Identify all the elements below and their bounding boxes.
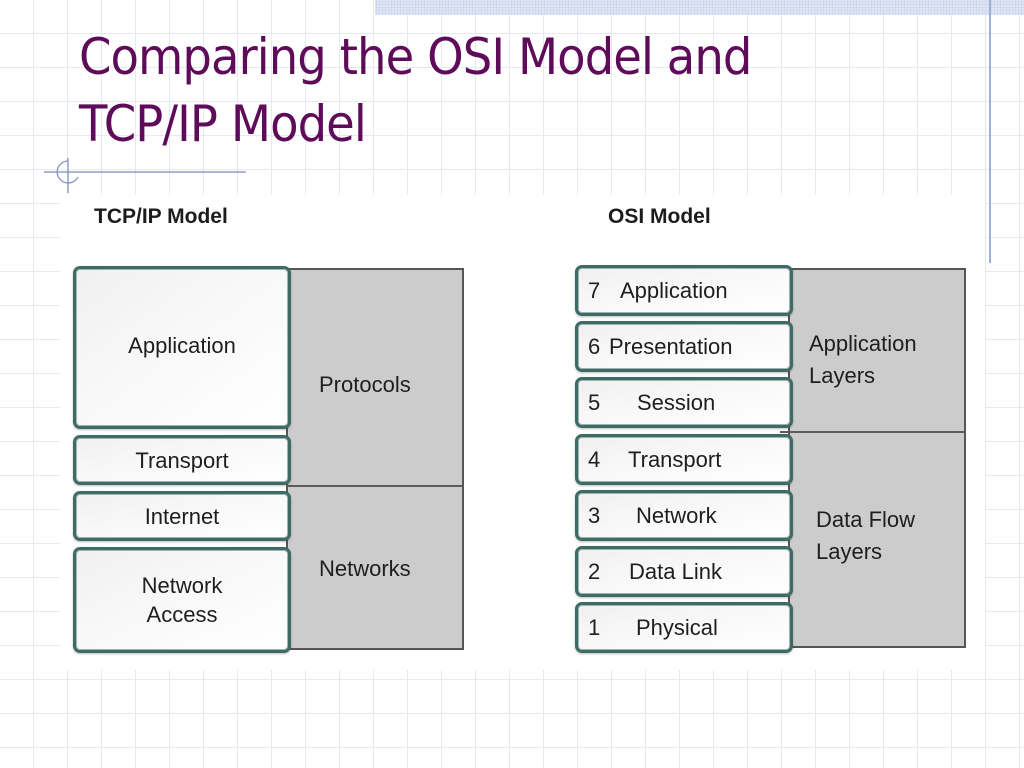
layer-label: Application <box>128 333 236 358</box>
crosshair-ornament-icon <box>44 158 246 193</box>
layer-label: Transport <box>135 447 229 473</box>
tcpip-heading: TCP/IP Model <box>94 205 228 228</box>
tcpip-layer-transport: Transport <box>73 435 291 485</box>
slide-title-line-2: TCP/IP Model <box>79 95 367 153</box>
osi-group-box <box>788 268 966 648</box>
osi-layer-3-network: 3 Network <box>575 490 793 541</box>
layer-number: 3 <box>588 502 601 528</box>
layer-label: Transport <box>628 446 722 472</box>
layer-label: Session <box>637 389 716 415</box>
tcpip-group-divider <box>286 485 464 487</box>
group-label-line-1: Data Flow <box>816 507 916 532</box>
osi-group-divider <box>780 431 966 433</box>
tcpip-layer-network-access: Network Access <box>73 547 291 653</box>
slide-title-line-1: Comparing the OSI Model and <box>79 28 752 86</box>
group-label-line-2: Layers <box>809 363 876 388</box>
tcpip-group-networks: Networks <box>319 556 411 581</box>
layer-number: 1 <box>588 614 601 640</box>
tcpip-layer-application: Application <box>73 266 291 429</box>
layer-label-line-1: Network <box>141 573 223 598</box>
tcpip-layer-internet: Internet <box>73 491 291 541</box>
slide-title: Comparing the OSI Model and TCP/IP Model <box>79 24 752 158</box>
group-label-line-2: Layers <box>816 539 883 564</box>
layer-number: 2 <box>588 558 601 584</box>
layer-number: 4 <box>588 446 601 472</box>
header-decor-band <box>375 0 1024 15</box>
osi-layer-7-application: 7 Application <box>575 265 793 316</box>
osi-layer-6-presentation: 6 Presentation <box>575 321 793 372</box>
osi-layer-5-session: 5 Session <box>575 377 793 428</box>
layer-number: 7 <box>588 277 601 303</box>
osi-layer-1-physical: 1 Physical <box>575 602 793 653</box>
osi-layer-2-data-link: 2 Data Link <box>575 546 793 597</box>
layer-label: Network <box>636 502 717 528</box>
layer-label: Physical <box>636 614 718 640</box>
osi-heading: OSI Model <box>608 205 711 228</box>
layer-label: Presentation <box>609 333 733 359</box>
vertical-accent-rule <box>989 0 991 263</box>
layer-number: 5 <box>588 389 601 415</box>
layer-number: 6 <box>588 333 601 359</box>
group-label-line-1: Application <box>809 331 917 356</box>
osi-group-application-layers: Application Layers <box>809 328 917 392</box>
tcpip-group-box <box>286 268 464 650</box>
layer-label: Internet <box>144 503 220 529</box>
layer-label-line-2: Access <box>146 602 218 627</box>
osi-layer-4-transport: 4 Transport <box>575 434 793 485</box>
layer-label: Data Link <box>629 558 722 584</box>
osi-group-data-flow-layers: Data Flow Layers <box>816 504 915 568</box>
layer-label: Application <box>620 277 728 303</box>
tcpip-group-protocols: Protocols <box>319 372 411 397</box>
